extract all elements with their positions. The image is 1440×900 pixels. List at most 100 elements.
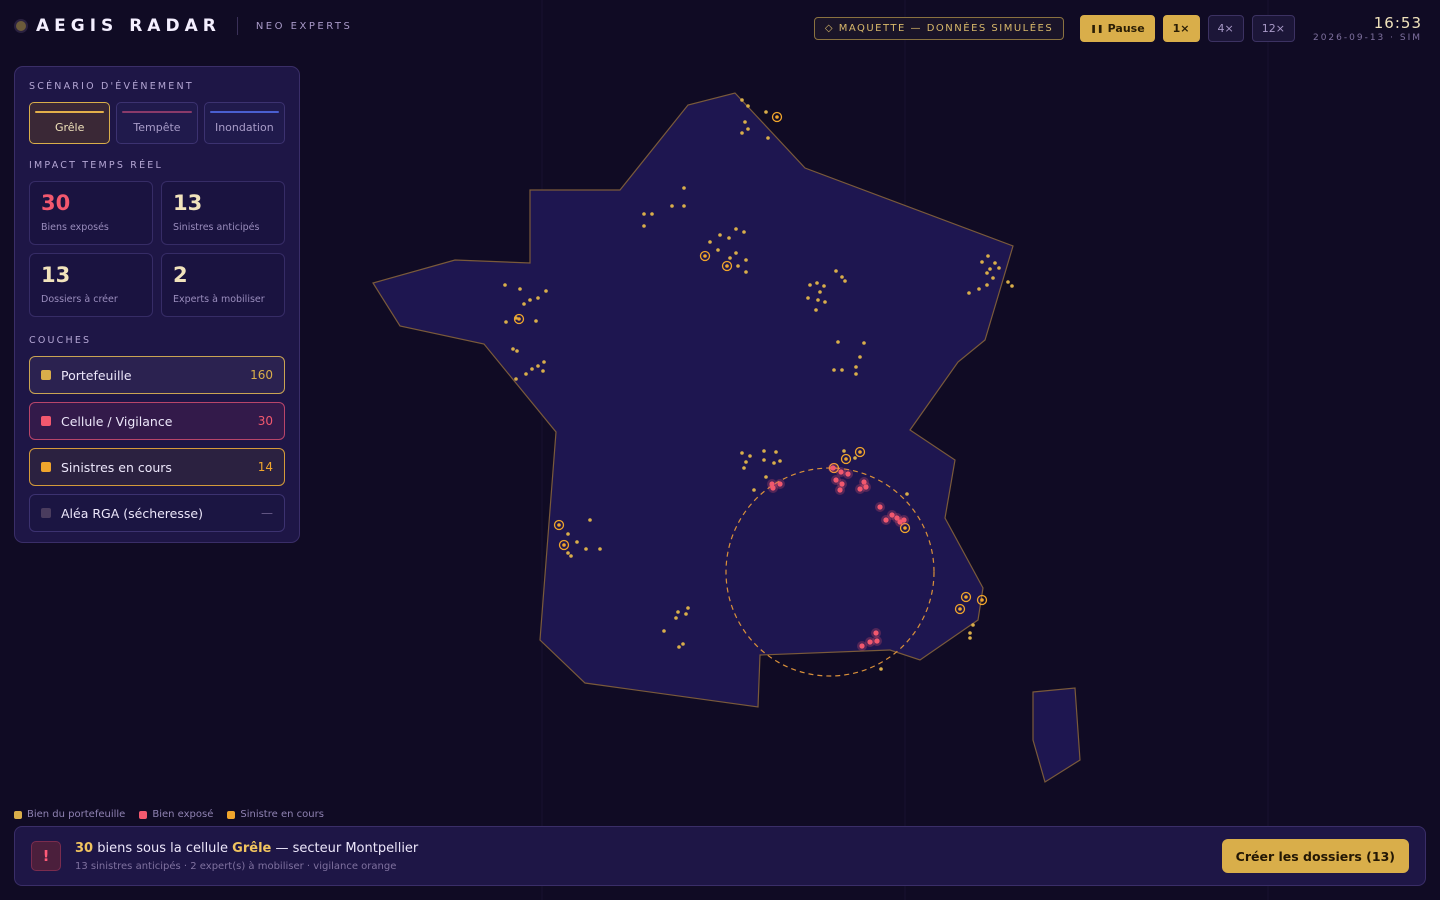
exposed-point[interactable] bbox=[838, 469, 844, 475]
claim-marker[interactable] bbox=[960, 591, 972, 603]
claim-marker[interactable] bbox=[828, 462, 840, 474]
exposed-point-glow bbox=[887, 510, 897, 520]
portfolio-point bbox=[642, 212, 646, 216]
kpi-value: 13 bbox=[41, 263, 71, 287]
claim-marker-core bbox=[958, 607, 962, 611]
alert-subtitle: 13 sinistres anticipés · 2 expert(s) à m… bbox=[75, 860, 397, 872]
claim-marker[interactable] bbox=[699, 250, 711, 262]
portfolio-point bbox=[991, 276, 995, 280]
claim-marker[interactable] bbox=[899, 522, 911, 534]
exposed-point[interactable] bbox=[889, 512, 895, 518]
exposed-point[interactable] bbox=[874, 638, 880, 644]
exposed-point-glow bbox=[837, 479, 847, 489]
portfolio-point bbox=[774, 450, 778, 454]
layer-swatch bbox=[41, 508, 51, 518]
layer-toggle-sinistres[interactable]: Sinistres en cours 14 bbox=[29, 448, 285, 486]
scenario-color-bar bbox=[122, 111, 192, 113]
portfolio-point bbox=[740, 131, 744, 135]
exposed-point-glow bbox=[843, 469, 853, 479]
portfolio-point bbox=[544, 289, 548, 293]
exposed-point[interactable] bbox=[770, 485, 776, 491]
impact-kpis: 30 Biens exposés 13 Sinistres anticipés … bbox=[29, 181, 285, 317]
claim-marker[interactable] bbox=[771, 111, 783, 123]
exposed-point[interactable] bbox=[769, 481, 775, 487]
portfolio-point bbox=[662, 629, 666, 633]
exposed-point[interactable] bbox=[883, 517, 889, 523]
claim-marker[interactable] bbox=[558, 539, 570, 551]
layer-toggle-cellule[interactable]: Cellule / Vigilance 30 bbox=[29, 402, 285, 440]
exposed-point[interactable] bbox=[863, 484, 869, 490]
exposed-point[interactable] bbox=[897, 519, 903, 525]
exposed-point-glow bbox=[855, 484, 865, 494]
legend-label: Bien exposé bbox=[152, 809, 214, 820]
exposed-point[interactable] bbox=[837, 487, 843, 493]
layer-swatch bbox=[41, 370, 51, 380]
claim-marker-core bbox=[725, 264, 729, 268]
layer-toggle-portefeuille[interactable]: Portefeuille 160 bbox=[29, 356, 285, 394]
exposed-point[interactable] bbox=[859, 643, 865, 649]
clock-time: 16:53 bbox=[1373, 14, 1422, 32]
scenario-grele[interactable]: Grêle bbox=[29, 102, 111, 144]
claim-marker[interactable] bbox=[854, 446, 866, 458]
speed-1x-button[interactable]: 1× bbox=[1162, 15, 1200, 42]
claim-marker[interactable] bbox=[954, 603, 966, 615]
portfolio-point bbox=[764, 110, 768, 114]
exposed-point[interactable] bbox=[867, 639, 873, 645]
alert-text: 30 biens sous la cellule Grêle — secteur… bbox=[75, 841, 418, 872]
layer-count: 14 bbox=[257, 460, 273, 474]
scenario-tempete[interactable]: Tempête bbox=[116, 102, 198, 144]
portfolio-point bbox=[744, 258, 748, 262]
legend-label: Sinistre en cours bbox=[240, 809, 324, 820]
exposed-point[interactable] bbox=[894, 515, 900, 521]
exposed-point[interactable] bbox=[857, 486, 863, 492]
layer-toggle-alea-rga[interactable]: Aléa RGA (sécheresse) — bbox=[29, 494, 285, 532]
speed-12x-button[interactable]: 12× bbox=[1251, 15, 1295, 42]
speed-4x-button[interactable]: 4× bbox=[1207, 15, 1244, 42]
portfolio-point bbox=[815, 281, 819, 285]
portfolio-point bbox=[905, 492, 909, 496]
exposed-points bbox=[767, 463, 909, 651]
claim-marker[interactable] bbox=[976, 594, 988, 606]
portfolio-point bbox=[740, 98, 744, 102]
exposed-point[interactable] bbox=[877, 504, 883, 510]
portfolio-point bbox=[832, 368, 836, 372]
layers-section-title: COUCHES bbox=[29, 335, 92, 346]
exposed-point[interactable] bbox=[845, 471, 851, 477]
layer-label: Aléa RGA (sécheresse) bbox=[61, 505, 203, 521]
exposed-point[interactable] bbox=[833, 477, 839, 483]
claim-marker[interactable] bbox=[553, 519, 565, 531]
exposed-point-glow bbox=[899, 515, 909, 525]
portfolio-point bbox=[584, 547, 588, 551]
portfolio-point bbox=[764, 475, 768, 479]
portfolio-point bbox=[686, 606, 690, 610]
claim-marker[interactable] bbox=[721, 260, 733, 272]
layers-list: Portefeuille 160 Cellule / Vigilance 30 … bbox=[29, 356, 285, 532]
claim-marker[interactable] bbox=[840, 453, 852, 465]
scenario-inondation[interactable]: Inondation bbox=[203, 102, 285, 144]
alert-title-end: — secteur Montpellier bbox=[271, 840, 419, 856]
exposed-point-glow bbox=[861, 482, 871, 492]
exposed-point[interactable] bbox=[777, 481, 783, 487]
kpi-label: Dossiers à créer bbox=[41, 294, 118, 305]
pause-button[interactable]: ❚❚ Pause bbox=[1080, 15, 1155, 42]
legend-swatch bbox=[227, 810, 236, 819]
exposed-point[interactable] bbox=[873, 630, 879, 636]
claim-marker-core bbox=[844, 457, 848, 461]
portfolio-point bbox=[708, 240, 712, 244]
exposed-point[interactable] bbox=[901, 517, 907, 523]
exposed-point[interactable] bbox=[830, 465, 836, 471]
claim-marker-core bbox=[557, 523, 561, 527]
exposed-point[interactable] bbox=[861, 479, 867, 485]
portfolio-point bbox=[566, 532, 570, 536]
create-dossiers-button[interactable]: Créer les dossiers (13) bbox=[1221, 839, 1409, 873]
brand: AEGIS RADAR NEO EXPERTS bbox=[16, 16, 352, 36]
portfolio-point bbox=[980, 260, 984, 264]
claim-marker[interactable] bbox=[513, 313, 525, 325]
layer-count: — bbox=[261, 506, 273, 520]
portfolio-point bbox=[728, 256, 732, 260]
exposed-point[interactable] bbox=[839, 481, 845, 487]
scenario-label: Grêle bbox=[54, 121, 85, 134]
portfolio-point bbox=[993, 261, 997, 265]
portfolio-point bbox=[743, 120, 747, 124]
kpi-sinistres-anticipes: 13 Sinistres anticipés bbox=[161, 181, 285, 245]
